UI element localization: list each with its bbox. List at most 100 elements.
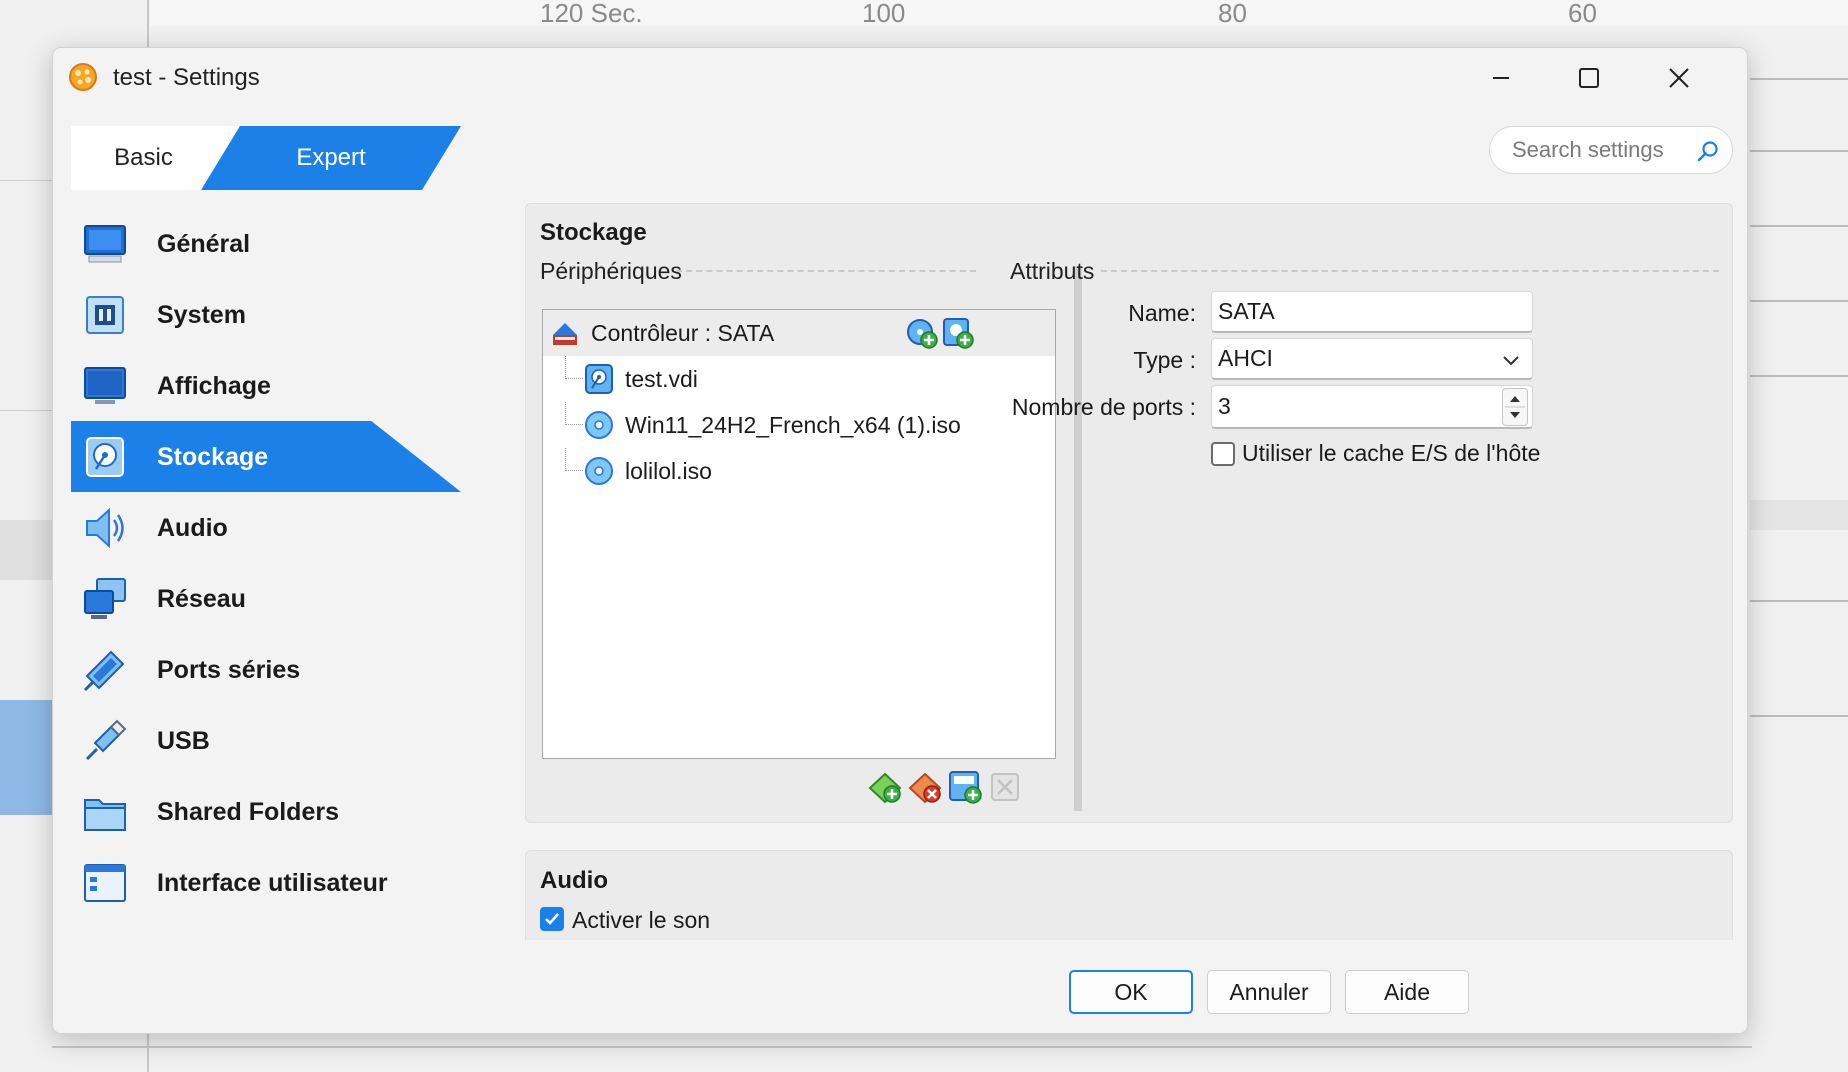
tree-row-device[interactable]: lolilol.iso [543, 448, 1055, 494]
user-interface-icon [84, 864, 126, 902]
sidebar-item-label: Réseau [157, 585, 246, 613]
mode-tabs: Basic Expert [71, 126, 461, 190]
minimize-button[interactable] [1473, 56, 1529, 100]
background-line [1750, 600, 1848, 602]
name-field[interactable]: SATA [1211, 291, 1533, 333]
ports-label: Nombre de ports : [1011, 394, 1196, 420]
sidebar-item-serial-ports[interactable]: Ports séries [71, 634, 461, 705]
host-cache-label: Utiliser le cache E/S de l'hôte [1242, 440, 1541, 466]
search-box [1489, 126, 1733, 174]
sidebar-item-label: Affichage [157, 372, 271, 400]
background-selection [0, 700, 52, 815]
ports-stepper[interactable] [1502, 388, 1528, 426]
sata-controller-icon [553, 323, 577, 345]
tab-expert[interactable]: Expert [201, 126, 461, 190]
sidebar-item-label: Audio [157, 514, 228, 542]
general-monitor-icon [84, 225, 126, 263]
maximize-icon [1579, 68, 1599, 88]
remove-controller-icon[interactable] [906, 768, 944, 806]
tree-row-device[interactable]: test.vdi [543, 356, 1055, 402]
enable-audio-checkbox[interactable] [540, 907, 564, 931]
name-label: Name: [1128, 300, 1196, 326]
window-title: test - Settings [113, 64, 260, 91]
storage-devices-tree[interactable]: Contrôleur : SATA test.vdi Win11_24H2_Fr… [542, 309, 1056, 759]
background-line [1750, 300, 1848, 302]
sidebar-item-shared-folders[interactable]: Shared Folders [71, 776, 461, 847]
sidebar-item-usb[interactable]: USB [71, 705, 461, 776]
sidebar-item-label: System [157, 301, 246, 329]
sidebar-item-label: Shared Folders [157, 798, 339, 826]
type-select[interactable]: AHCI [1211, 338, 1533, 380]
sidebar-item-label: USB [157, 727, 210, 755]
storage-disk-icon [86, 437, 124, 477]
panel-splitter[interactable] [1074, 266, 1082, 811]
add-optical-drive-icon[interactable] [905, 316, 939, 350]
audio-section-title: Audio [540, 867, 608, 894]
sidebar-item-display[interactable]: Affichage [71, 350, 461, 421]
chevron-down-icon [1503, 356, 1519, 366]
background-axis-tick: 60 [1568, 0, 1597, 28]
background-line [1750, 78, 1848, 80]
tree-row-device[interactable]: Win11_24H2_French_x64 (1).iso [543, 402, 1055, 448]
background-axis-tick: 100 [862, 0, 906, 28]
add-controller-icon[interactable] [866, 768, 904, 806]
serial-port-icon [83, 650, 125, 692]
network-icon [84, 578, 126, 619]
sidebar-item-system[interactable]: System [71, 279, 461, 350]
sidebar-item-general[interactable]: Général [71, 208, 461, 279]
background-axis-tick: 80 [1218, 0, 1247, 28]
sidebar-item-label: Interface utilisateur [157, 869, 388, 897]
host-cache-checkbox[interactable] [1211, 442, 1235, 466]
search-input[interactable] [1512, 137, 1702, 163]
storage-section-title: Stockage [540, 219, 647, 246]
cancel-button[interactable]: Annuler [1207, 970, 1331, 1014]
shared-folder-icon [84, 799, 126, 831]
ports-spinbox-value: 3 [1218, 393, 1231, 419]
sidebar-item-user-interface[interactable]: Interface utilisateur [71, 847, 461, 918]
background-line [1750, 375, 1848, 377]
sidebar-item-network[interactable]: Réseau [71, 563, 461, 634]
virtualbox-app-icon [69, 63, 97, 91]
ok-button[interactable]: OK [1069, 970, 1193, 1014]
background-band [1750, 500, 1848, 530]
background-line [1750, 225, 1848, 227]
system-chip-icon [86, 296, 124, 334]
type-label: Type : [1133, 347, 1196, 373]
tree-item-label: Contrôleur : SATA [591, 320, 775, 346]
help-button[interactable]: Aide [1345, 970, 1469, 1014]
devices-group-label: Périphériques [540, 258, 682, 284]
display-monitor-icon [84, 367, 126, 404]
search-icon[interactable] [1696, 139, 1720, 163]
background-line [52, 1046, 1752, 1048]
background-axis-tick: 120 Sec. [540, 0, 643, 28]
tree-item-label: lolilol.iso [625, 458, 712, 484]
type-select-value: AHCI [1218, 345, 1273, 371]
tree-row-controller[interactable]: Contrôleur : SATA [543, 310, 1055, 356]
attributes-group-label: Attributs [1010, 258, 1095, 284]
stepper-arrows-icon [1505, 396, 1525, 418]
sidebar-item-storage[interactable]: Stockage [71, 421, 461, 492]
background-band [0, 520, 52, 580]
tree-item-label: Win11_24H2_French_x64 (1).iso [625, 412, 961, 438]
sidebar-item-label: Stockage [157, 443, 269, 471]
checkmark-icon [545, 913, 559, 925]
enable-audio-label: Activer le son [572, 907, 711, 933]
add-attachment-icon[interactable] [946, 768, 984, 806]
background-line [0, 180, 52, 181]
background-line [1750, 150, 1848, 152]
hard-disk-icon [585, 364, 613, 394]
sidebar-item-audio[interactable]: Audio [71, 492, 461, 563]
minimize-icon [1493, 77, 1509, 79]
name-field-value: SATA [1218, 298, 1275, 324]
close-button[interactable] [1651, 56, 1707, 100]
sidebar-item-label: Général [157, 230, 251, 258]
settings-dialog: test - Settings Basic Expert Search sett… [52, 47, 1748, 1034]
sidebar-item-label: Ports séries [157, 656, 301, 684]
maximize-button[interactable] [1561, 56, 1617, 100]
ports-spinbox[interactable]: 3 [1211, 385, 1533, 429]
usb-icon [85, 719, 127, 761]
title-bar: test - Settings [53, 48, 1747, 106]
optical-disc-icon [585, 457, 613, 485]
add-hard-disk-icon[interactable] [941, 316, 975, 350]
background-line [1750, 715, 1848, 717]
